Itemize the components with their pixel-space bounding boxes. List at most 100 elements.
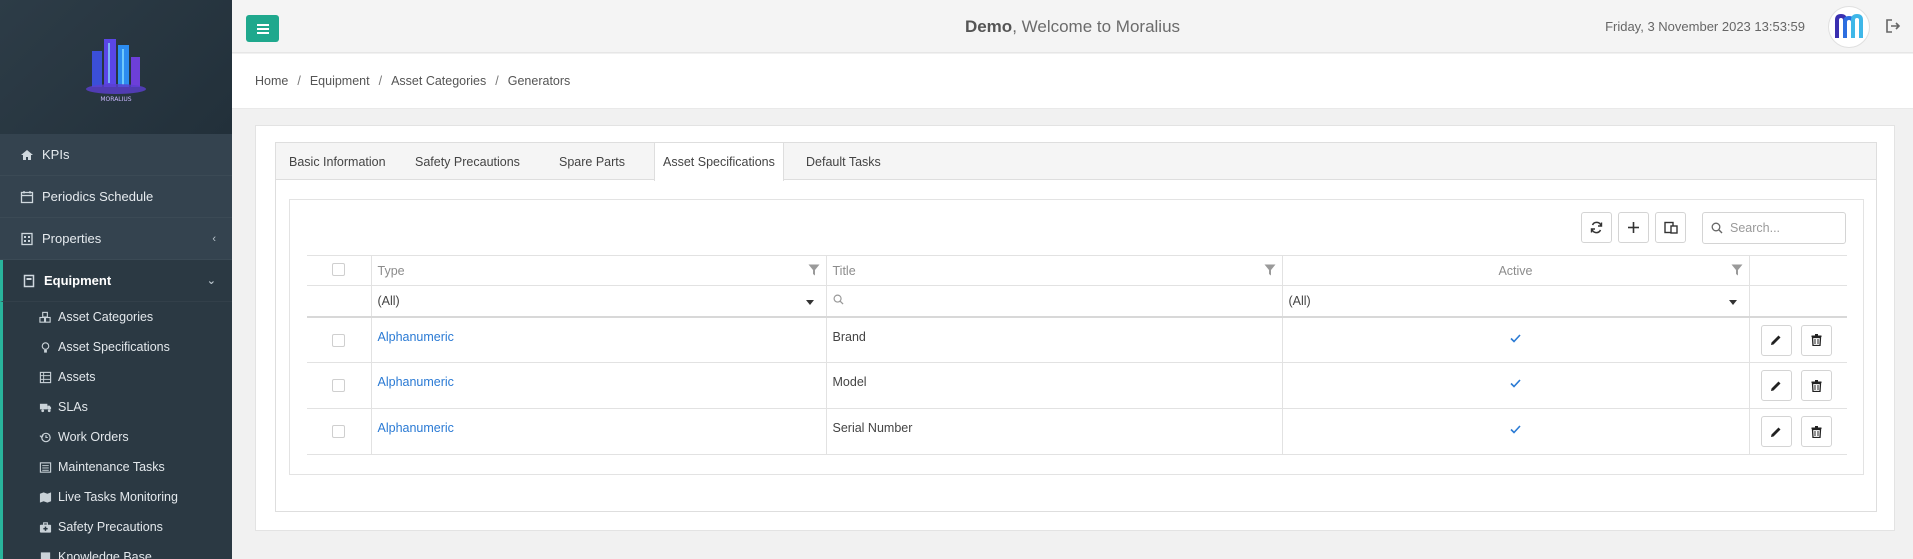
active-cell: [1282, 408, 1750, 455]
truck-icon: [39, 403, 52, 412]
sidebar-item-knowledge-base[interactable]: Knowledge Base: [3, 542, 232, 559]
actions-cell: [1749, 408, 1847, 455]
sidebar-item-label: Assets: [58, 370, 96, 384]
refresh-icon: [1590, 221, 1603, 234]
row-checkbox[interactable]: [332, 425, 346, 438]
sidebar-item-work-orders[interactable]: Work Orders: [3, 422, 232, 452]
tab-asset-specifications[interactable]: Asset Specifications: [654, 143, 784, 181]
sidebar-item-periodics-schedule[interactable]: Periodics Schedule: [0, 176, 232, 218]
trash-icon: [1811, 425, 1822, 438]
cubes-icon: [39, 311, 51, 323]
avatar[interactable]: [1828, 6, 1870, 48]
pencil-icon: [1771, 427, 1781, 437]
column-header-type[interactable]: Type: [371, 255, 827, 286]
filter-icon[interactable]: [808, 264, 820, 276]
sidebar-item-maintenance-tasks[interactable]: Maintenance Tasks: [3, 452, 232, 482]
add-button[interactable]: [1618, 212, 1649, 243]
tab-spare-parts[interactable]: Spare Parts: [559, 143, 625, 180]
filter-icon[interactable]: [1264, 264, 1276, 276]
delete-button[interactable]: [1800, 324, 1832, 356]
edit-button[interactable]: [1760, 324, 1792, 356]
sidebar-item-slas[interactable]: SLAs: [3, 392, 232, 422]
column-chooser-icon: [1663, 221, 1678, 234]
sidebar-item-label: Knowledge Base: [58, 550, 152, 559]
logo-area: MORALIUS: [0, 0, 232, 134]
active-filter-select[interactable]: (All): [1282, 285, 1750, 318]
sidebar-item-label: Periodics Schedule: [42, 189, 154, 204]
check-icon: [1510, 425, 1521, 434]
filter-icon[interactable]: [1731, 264, 1743, 276]
sidebar-item-kpis[interactable]: KPIs: [0, 134, 232, 176]
edit-button[interactable]: [1760, 370, 1792, 401]
active-cell: [1282, 316, 1750, 363]
search-input[interactable]: [1730, 221, 1840, 235]
breadcrumb-equipment[interactable]: Equipment: [310, 74, 370, 88]
edit-button[interactable]: [1760, 416, 1792, 447]
type-link[interactable]: Alphanumeric: [378, 375, 454, 389]
active-cell: [1282, 362, 1750, 409]
sidebar-item-label: Safety Precautions: [58, 520, 163, 534]
title-cell: Model: [826, 362, 1283, 409]
refresh-button[interactable]: [1581, 212, 1612, 243]
sidebar-item-asset-specifications[interactable]: Asset Specifications: [3, 332, 232, 362]
breadcrumb-separator: /: [297, 74, 301, 88]
column-header-active[interactable]: Active: [1282, 255, 1750, 286]
current-datetime: Friday, 3 November 2023 13:53:59: [1605, 19, 1805, 34]
calendar-icon: [20, 190, 34, 203]
logout-icon[interactable]: [1885, 18, 1901, 34]
type-cell: Alphanumeric: [371, 408, 827, 455]
lightbulb-icon: [41, 341, 50, 353]
sidebar-item-label: Asset Categories: [58, 310, 154, 324]
row-select-cell: [307, 408, 372, 455]
title-cell: Brand: [826, 316, 1283, 363]
main-card: Basic Information Safety Precautions Spa…: [255, 125, 1895, 531]
title-filter-input[interactable]: [826, 285, 1283, 318]
pencil-icon: [1771, 381, 1781, 391]
table-row: Alphanumeric Brand: [307, 316, 1847, 363]
delete-button[interactable]: [1800, 370, 1832, 401]
building-icon: [21, 232, 33, 245]
sidebar-item-safety-precautions[interactable]: Safety Precautions: [3, 512, 232, 542]
sidebar-item-assets[interactable]: Assets: [3, 362, 232, 392]
caret-down-icon: [1728, 300, 1737, 305]
tab-basic-information[interactable]: Basic Information: [289, 143, 386, 180]
search-box[interactable]: [1702, 212, 1846, 244]
sidebar-item-properties[interactable]: Properties ‹: [0, 218, 232, 260]
type-filter-select[interactable]: (All): [371, 285, 827, 318]
row-checkbox[interactable]: [332, 379, 346, 392]
active-filter-value: (All): [1288, 293, 1311, 308]
column-chooser-button[interactable]: [1655, 212, 1686, 243]
table-header-row: Type Title Active: [307, 255, 1847, 286]
breadcrumb-separator: /: [495, 74, 499, 88]
trash-icon: [1811, 334, 1822, 346]
type-link[interactable]: Alphanumeric: [378, 421, 454, 435]
sidebar-item-label: Asset Specifications: [58, 340, 170, 354]
search-icon: [833, 294, 844, 305]
column-header-actions: [1749, 255, 1847, 286]
delete-button[interactable]: [1800, 416, 1832, 447]
check-icon: [1510, 379, 1521, 388]
medkit-icon: [39, 521, 52, 533]
history-icon: [39, 432, 51, 442]
tab-default-tasks[interactable]: Default Tasks: [806, 143, 881, 180]
column-header-title[interactable]: Title: [826, 255, 1283, 286]
filter-row: (All) (All): [307, 285, 1847, 318]
filter-cell-empty: [307, 285, 372, 318]
type-link[interactable]: Alphanumeric: [378, 330, 454, 344]
actions-cell: [1749, 316, 1847, 363]
sidebar-item-asset-categories[interactable]: Asset Categories: [3, 302, 232, 332]
breadcrumb-separator: /: [378, 74, 383, 88]
logo-text: MORALIUS: [100, 96, 131, 103]
sidebar-item-live-tasks-monitoring[interactable]: Live Tasks Monitoring: [3, 482, 232, 512]
plus-icon: [1628, 222, 1639, 233]
grid-icon: [39, 371, 52, 383]
tab-safety-precautions[interactable]: Safety Precautions: [415, 143, 520, 180]
breadcrumb-home[interactable]: Home: [255, 74, 288, 88]
equipment-submenu: Asset Categories Asset Specifications As…: [0, 302, 232, 559]
row-checkbox[interactable]: [332, 333, 346, 347]
select-all-checkbox[interactable]: [332, 262, 346, 276]
column-header-label: Title: [832, 263, 856, 278]
sidebar-item-equipment[interactable]: Equipment ⌄: [0, 260, 232, 302]
breadcrumb-asset-categories[interactable]: Asset Categories: [391, 74, 486, 88]
chevron-left-icon: ‹: [212, 232, 216, 245]
